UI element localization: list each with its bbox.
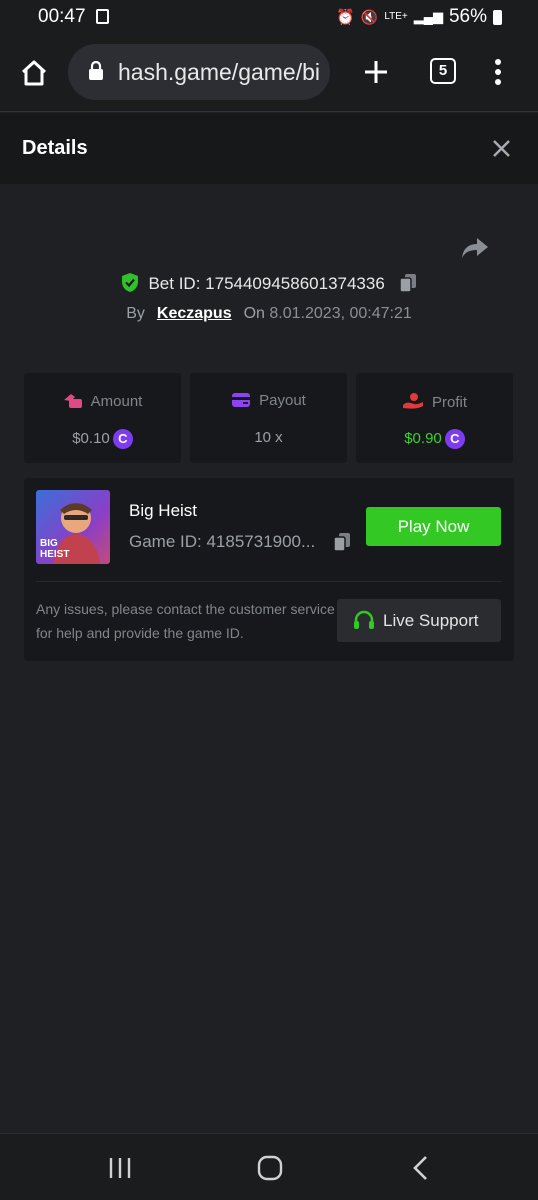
live-support-label: Live Support (383, 611, 479, 630)
profit-card: Profit $0.90 C (356, 373, 513, 463)
by-label: By (126, 305, 145, 322)
payout-label-row: Payout (190, 392, 347, 409)
status-bar: 00:47 ⏰ 🔇 LTE+ ▂▄▆ 56% (0, 0, 538, 36)
copy-icon[interactable] (332, 532, 352, 552)
bet-date: 8.01.2023, 00:47:21 (269, 305, 412, 322)
system-nav-bar (0, 1133, 538, 1200)
amount-icon (63, 394, 82, 408)
coin-icon: C (444, 429, 465, 449)
amount-label: Amount (90, 393, 143, 410)
live-support-button[interactable]: Live Support (337, 599, 501, 642)
browser-toolbar: hash.game/game/bi 5 (0, 36, 538, 112)
payout-value: 10 x (254, 429, 283, 446)
copy-icon[interactable] (398, 273, 418, 293)
home-icon[interactable] (19, 58, 49, 88)
recent-apps-icon[interactable] (108, 1156, 132, 1180)
play-now-button[interactable]: Play Now (366, 507, 501, 546)
wallet-icon (232, 393, 251, 407)
amount-value-row: $0.10 C (24, 429, 181, 449)
bet-id-row: Bet ID: 1754409458601374336 (0, 272, 538, 294)
battery-level: 56% (448, 6, 487, 27)
battery-icon (493, 9, 502, 25)
shield-check-icon (122, 273, 139, 292)
profit-icon (402, 393, 423, 409)
notification-icon (96, 9, 109, 24)
card-divider (36, 581, 502, 582)
alarm-icon: ⏰ (336, 9, 355, 26)
amount-card: Amount $0.10 C (24, 373, 181, 463)
on-label: On (243, 305, 265, 322)
profit-label: Profit (431, 394, 467, 411)
amount-label-row: Amount (24, 392, 181, 410)
page-title: Details (22, 137, 88, 159)
plus-icon[interactable] (363, 59, 389, 85)
more-vertical-icon[interactable] (493, 58, 503, 86)
game-thumbnail[interactable]: BIG HEIST (36, 490, 110, 564)
lock-icon (89, 61, 103, 80)
game-id: Game ID: 4185731900... (129, 532, 316, 551)
tabs-button[interactable]: 5 (430, 58, 456, 84)
amount-value: $0.10 (72, 429, 110, 447)
details-header: Details (0, 113, 538, 184)
coin-icon: C (112, 429, 133, 449)
username-link[interactable]: Keczapus (157, 305, 232, 322)
game-name: Big Heist (129, 501, 198, 520)
mute-icon: 🔇 (360, 8, 379, 25)
profit-value-row: $0.90 C (356, 429, 513, 449)
network-label: LTE+ (384, 11, 408, 22)
share-icon[interactable] (461, 236, 489, 260)
payout-card: Payout 10 x (190, 373, 347, 463)
bet-byline: By Keczapus On 8.01.2023, 00:47:21 (0, 305, 538, 323)
support-notice: Any issues, please contact the customer … (36, 601, 335, 641)
bet-id-label: Bet ID: (148, 274, 201, 293)
profit-value: $0.90 (404, 429, 442, 447)
game-card: BIG HEIST Big Heist Game ID: 4185731900.… (24, 478, 514, 661)
payout-label: Payout (259, 392, 306, 409)
back-icon[interactable] (411, 1155, 429, 1181)
url-bar[interactable]: hash.game/game/bi (68, 44, 330, 100)
profit-label-row: Profit (356, 392, 513, 411)
game-thumb-title: BIG HEIST (40, 538, 70, 560)
headset-icon (354, 610, 374, 629)
home-nav-icon[interactable] (257, 1155, 283, 1181)
signal-icon: ▂▄▆ (413, 9, 443, 24)
url-text: hash.game/game/bi (118, 59, 321, 85)
close-icon[interactable] (493, 140, 510, 157)
status-right: ⏰ 🔇 LTE+ ▂▄▆ 56% (336, 6, 502, 28)
bet-id-value: 1754409458601374336 (205, 274, 385, 293)
status-time: 00:47 (38, 6, 86, 27)
